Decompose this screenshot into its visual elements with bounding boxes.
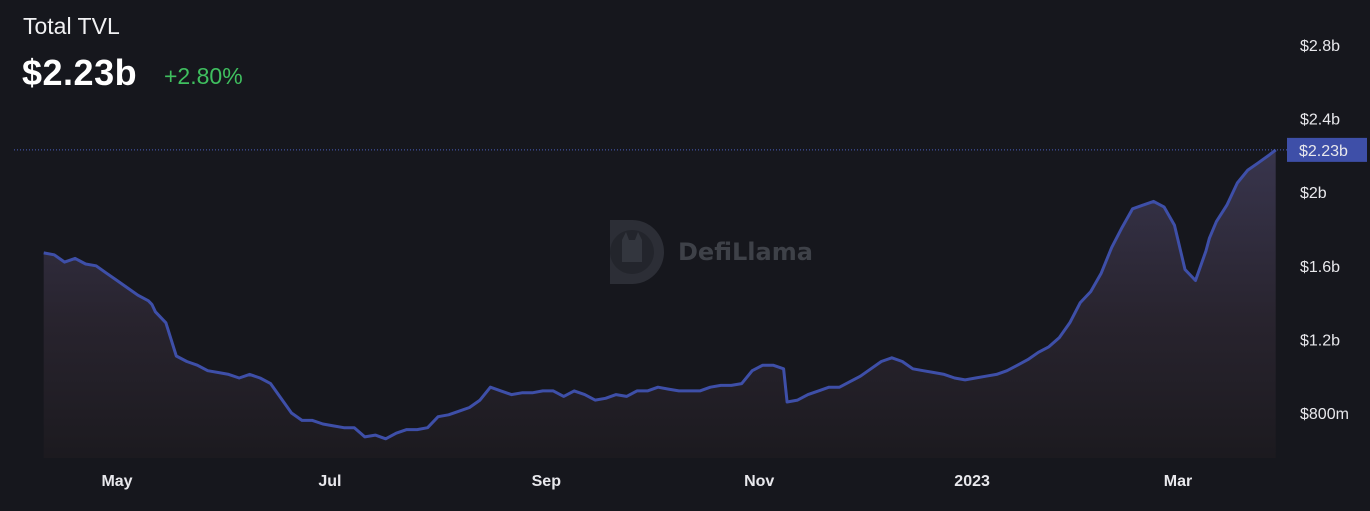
x-tick-label: Sep [532,473,562,490]
y-tick-label: $2.4b [1300,112,1340,129]
x-tick-label: May [101,473,132,490]
x-tick-label: 2023 [954,473,990,490]
y-tick-label: $800m [1300,406,1349,423]
x-tick-label: Nov [744,473,774,490]
y-tick-label: $2b [1300,185,1327,202]
watermark-text: DefiLlama [678,238,813,266]
y-axis: $800m $1.2b $1.6b $2b $2.4b $2.8b [1300,38,1349,423]
tvl-chart[interactable]: DefiLlama $800m $1.2b $1.6b $2b $2.4b $2.8b M… [0,0,1370,511]
tvl-area [43,149,1276,458]
y-tick-label: $1.2b [1300,332,1340,349]
x-tick-label: Mar [1164,473,1192,490]
x-axis: May Jul Sep Nov 2023 Mar [101,473,1192,490]
y-tick-label: $1.6b [1300,259,1340,276]
current-value-badge: $2.23b [1287,137,1367,162]
current-value-label: $2.23b [1299,143,1348,160]
x-tick-label: Jul [318,473,341,490]
y-tick-label: $2.8b [1300,38,1340,55]
defillama-watermark: DefiLlama [610,220,813,284]
